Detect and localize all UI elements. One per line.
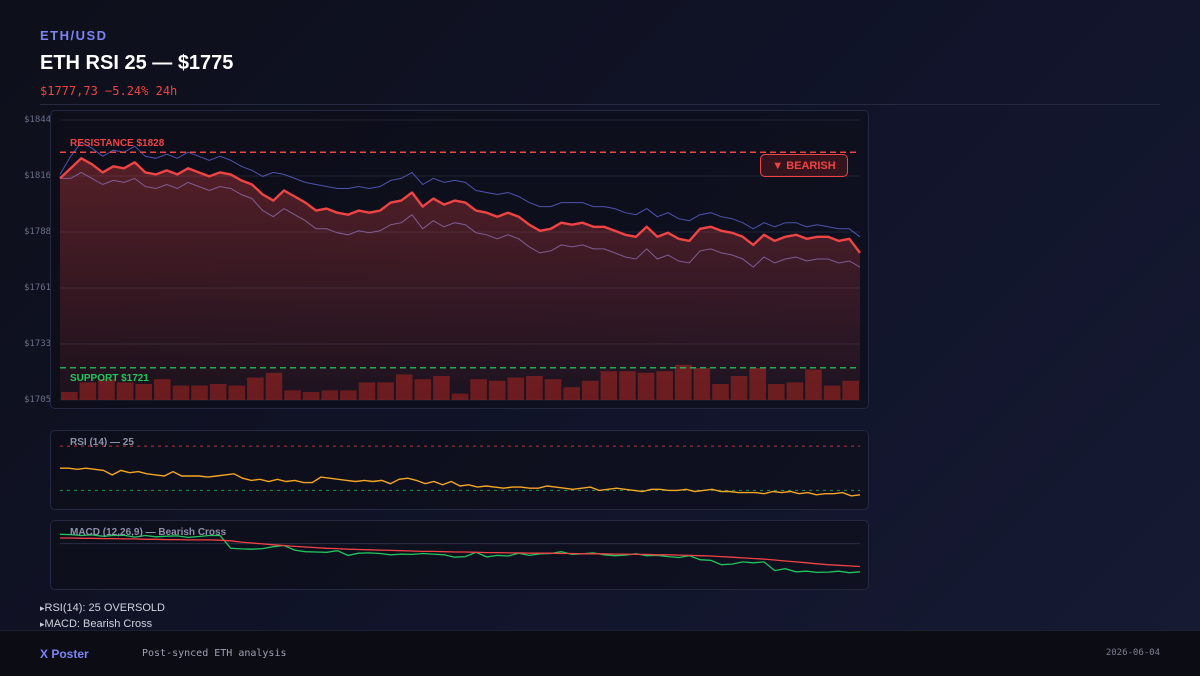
macd-panel: MACD (12,26,9) — Bearish Cross — [50, 520, 869, 590]
support-label: SUPPORT $1721 — [70, 373, 149, 384]
y-tick-label: $1816 — [24, 171, 52, 181]
y-tick-label: $1733 — [24, 339, 52, 349]
resistance-label: RESISTANCE $1828 — [70, 138, 165, 149]
header-divider — [40, 104, 1160, 105]
page-title: ETH RSI 25 — $1775 — [40, 52, 234, 74]
y-tick-label: $1761 — [24, 283, 52, 293]
rsi-title: RSI (14) — 25 — [70, 437, 134, 448]
brand-label: X Poster — [40, 647, 89, 661]
y-tick-label: $1788 — [24, 227, 52, 237]
footer-date: 2026-06-04 — [1105, 648, 1160, 658]
footer: X Poster Post-synced ETH analysis 2026-0… — [0, 630, 1200, 676]
y-tick-label: $1844 — [24, 115, 52, 125]
rsi-line — [60, 467, 861, 497]
pair-label: ETH/USD — [40, 28, 108, 43]
rsi-chart — [60, 445, 861, 497]
price-change: $1777,73 −5.24% 24h — [40, 84, 178, 98]
note-rsi: RSI(14): 25 OVERSOLD — [40, 600, 165, 616]
y-tick-label: $1705 — [24, 395, 52, 405]
price-chart — [59, 119, 861, 401]
rsi-panel: RSI (14) — 25 — [50, 430, 869, 510]
price-chart-panel: RESISTANCE $1828 SUPPORT $1721 ▼ BEARISH — [50, 110, 869, 409]
indicator-notes: RSI(14): 25 OVERSOLD MACD: Bearish Cross — [40, 600, 165, 632]
macd-title: MACD (12,26,9) — Bearish Cross — [70, 527, 227, 538]
footer-caption: Post-synced ETH analysis — [142, 648, 287, 659]
price-area — [60, 158, 860, 400]
bearish-badge: ▼ BEARISH — [760, 154, 848, 177]
